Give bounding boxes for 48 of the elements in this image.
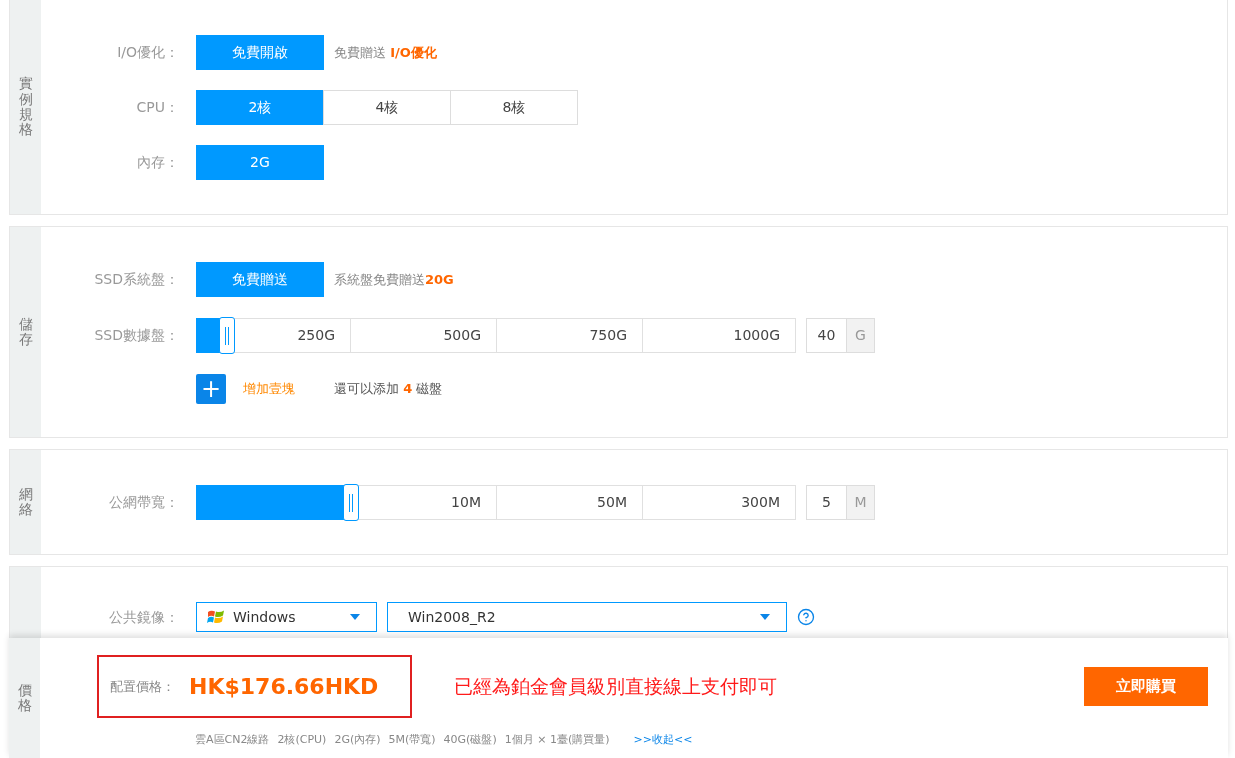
- caret-icon: [350, 614, 360, 620]
- tick-label: 250G: [297, 326, 335, 345]
- price-label: 配置價格：: [110, 677, 175, 696]
- notice-text: 已經為鉑金會員級別直接線上支付即可: [454, 674, 777, 700]
- field-label: SSD數據盤：: [94, 326, 179, 345]
- note-text: 免費贈送 I/O優化: [334, 43, 437, 62]
- section-label: 儲存: [18, 316, 33, 348]
- slider-handle[interactable]: [219, 317, 235, 354]
- note-text: 系統盤免費贈送20G: [334, 270, 454, 289]
- summary-item: 5M(帶寬): [388, 732, 436, 748]
- field-label: SSD系統盤：: [94, 270, 179, 289]
- select-dropdown[interactable]: Win2008_R2: [387, 602, 787, 632]
- field-label: 公共鏡像：: [109, 607, 179, 627]
- summary-item: 2G(內存): [334, 732, 381, 748]
- collapse-link[interactable]: >>收起<<: [633, 732, 693, 749]
- summary-item: 雲A區CN2線路: [195, 732, 270, 748]
- section-label: 實例規格: [18, 76, 33, 138]
- option-button[interactable]: 8核: [450, 90, 578, 125]
- section-label: 價格: [17, 682, 32, 714]
- price-value: HK$176.66HKD: [189, 673, 379, 701]
- help-icon[interactable]: [797, 608, 815, 626]
- field-label: CPU：: [136, 98, 179, 117]
- field-label: 公網帶寬：: [109, 493, 179, 512]
- slider-track[interactable]: 250G 500G 750G 1000G: [196, 318, 796, 353]
- summary-item: 40G(磁盤): [443, 732, 497, 748]
- summary-item: 1個月 × 1臺(購買量): [504, 732, 610, 748]
- value-field[interactable]: 40 G: [806, 318, 875, 353]
- windows-flag-icon: [207, 609, 225, 625]
- section-label: 網絡: [18, 486, 33, 518]
- add-button[interactable]: +: [196, 374, 226, 404]
- field-label: I/O優化：: [117, 43, 179, 62]
- option-button[interactable]: 4核: [323, 90, 451, 125]
- tick-label: 500G: [443, 326, 481, 345]
- unit-label: G: [846, 319, 874, 352]
- tick-label: 300M: [741, 493, 780, 512]
- tick-label: 50M: [597, 493, 627, 512]
- field-label: 內存：: [137, 153, 179, 172]
- value-field[interactable]: 5 M: [806, 485, 875, 520]
- select-dropdown[interactable]: Windows: [196, 602, 377, 632]
- tick-label: 750G: [589, 326, 627, 345]
- tick-label: 1000G: [733, 326, 780, 345]
- summary-item: 2核(CPU): [277, 732, 327, 748]
- caret-icon: [760, 614, 770, 620]
- unit-label: M: [846, 486, 874, 519]
- slider-handle[interactable]: [343, 484, 360, 521]
- slider-track[interactable]: 10M 50M 300M: [196, 485, 796, 520]
- note-text: 還可以添加 4 磁盤: [334, 380, 443, 399]
- tick-label: 10M: [451, 493, 481, 512]
